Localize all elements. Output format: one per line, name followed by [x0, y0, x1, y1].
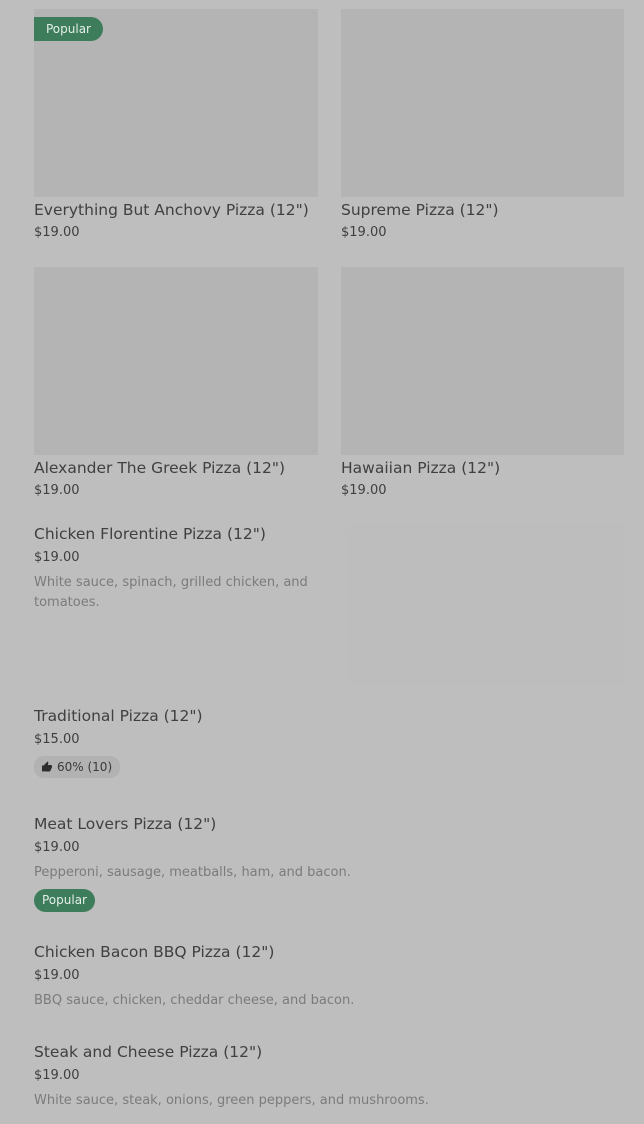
- item-title: Hawaiian Pizza (12"): [341, 459, 501, 477]
- menu-item-meat-lovers[interactable]: Meat Lovers Pizza (12") $19.00 Pepperoni…: [34, 814, 624, 912]
- popular-badge: Popular: [34, 17, 103, 41]
- item-price: $19.00: [341, 225, 387, 240]
- item-price: $19.00: [34, 840, 80, 855]
- menu-card-alexander-the-greek[interactable]: Alexander The Greek Pizza (12") $19.00: [34, 267, 318, 498]
- thumbs-up-icon: [42, 761, 52, 772]
- menu-item-traditional[interactable]: Traditional Pizza (12") $15.00 60% (10): [34, 706, 624, 778]
- item-price: $19.00: [34, 968, 80, 983]
- item-image-placeholder: [341, 9, 624, 197]
- menu-item-chicken-bacon-bbq[interactable]: Chicken Bacon BBQ Pizza (12") $19.00 BBQ…: [34, 942, 624, 1011]
- item-image-placeholder: [34, 267, 318, 455]
- rating-text: 60% (10): [57, 760, 113, 774]
- rating-badge: 60% (10): [34, 756, 121, 778]
- item-price: $19.00: [34, 225, 80, 240]
- menu-item-steak-and-cheese[interactable]: Steak and Cheese Pizza (12") $19.00 Whit…: [34, 1042, 624, 1111]
- item-title: Steak and Cheese Pizza (12"): [34, 1043, 263, 1061]
- item-description: Pepperoni, sausage, meatballs, ham, and …: [34, 865, 351, 880]
- item-price: $19.00: [34, 483, 80, 498]
- item-image-placeholder: [341, 267, 624, 455]
- item-price: $19.00: [34, 1068, 80, 1083]
- item-price: $15.00: [34, 732, 80, 747]
- item-title: Chicken Bacon BBQ Pizza (12"): [34, 943, 275, 961]
- menu-page: Popular Everything But Anchovy Pizza (12…: [0, 0, 644, 1124]
- menu-card-hawaiian[interactable]: Hawaiian Pizza (12") $19.00: [341, 267, 624, 498]
- item-image-placeholder: [346, 524, 624, 684]
- item-description: White sauce, spinach, grilled chicken, a…: [34, 575, 308, 610]
- popular-badge: Popular: [34, 889, 95, 912]
- item-title: Traditional Pizza (12"): [34, 707, 203, 725]
- menu-card-supreme[interactable]: Supreme Pizza (12") $19.00: [341, 9, 624, 240]
- item-title: Supreme Pizza (12"): [341, 201, 499, 219]
- item-description: BBQ sauce, chicken, cheddar cheese, and …: [34, 993, 355, 1008]
- menu-card-everything-but-anchovy[interactable]: Popular Everything But Anchovy Pizza (12…: [34, 9, 318, 240]
- item-description: White sauce, steak, onions, green pepper…: [34, 1093, 429, 1108]
- item-title: Everything But Anchovy Pizza (12"): [34, 201, 309, 219]
- item-title: Meat Lovers Pizza (12"): [34, 815, 217, 833]
- item-price: $19.00: [341, 483, 387, 498]
- item-title: Alexander The Greek Pizza (12"): [34, 459, 286, 477]
